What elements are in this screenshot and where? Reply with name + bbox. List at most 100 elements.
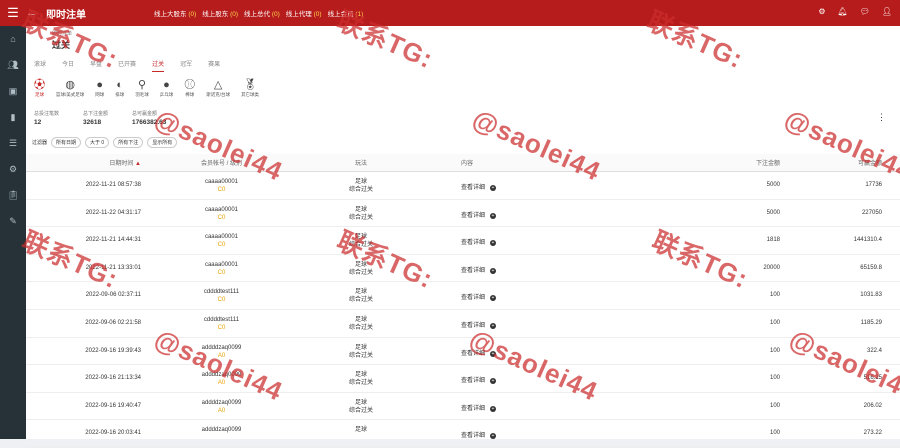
view-details-link[interactable]: 查看详细 +: [461, 403, 497, 412]
menu-icon[interactable]: ☰: [0, 5, 26, 21]
tab-results[interactable]: 赛果: [208, 59, 220, 72]
stat-total-winnable: 总可赢金额 1766382.63: [132, 111, 167, 126]
view-details-link[interactable]: 查看详细 +: [461, 348, 497, 357]
user-icon[interactable]: 👤︎: [882, 7, 892, 16]
play-type: 足球: [354, 427, 367, 434]
view-details-link[interactable]: 查看详细 +: [461, 292, 497, 302]
back-arrow-icon[interactable]: ←: [26, 7, 40, 19]
winnable-amount: 322.4: [866, 347, 882, 354]
member-account: caaaa00001 C0: [204, 261, 239, 276]
view-details-link[interactable]: 查看详细 +: [461, 320, 497, 329]
member-level: A0: [217, 352, 226, 359]
view-details-link[interactable]: 查看详细 +: [461, 375, 497, 385]
filter-chip-amount[interactable]: 大于 0: [85, 137, 110, 148]
soccer-ball-icon: ⚽︎: [34, 79, 45, 91]
filter-label: 过滤器: [32, 140, 48, 146]
tab-parlay[interactable]: 过关: [152, 59, 165, 72]
sport-basketball[interactable]: ◍ 篮球/美式足球: [56, 78, 84, 98]
winnable-amount: 17736: [865, 182, 882, 188]
play-type: 足球 综合过关: [348, 372, 373, 387]
online-counter[interactable]: 线上大股东 (0): [154, 8, 196, 18]
col-date-header[interactable]: 日期时间 ▲: [61, 158, 141, 167]
filter-chip-display[interactable]: 显示所有: [147, 137, 178, 148]
expand-plus-icon[interactable]: +: [490, 378, 497, 385]
tab-started[interactable]: 已开赛: [118, 59, 136, 72]
winnable-amount: 1441310.4: [853, 237, 882, 244]
play-type: 足球 综合过关: [348, 399, 373, 414]
gear-icon[interactable]: ⚙: [0, 156, 26, 182]
expand-plus-icon[interactable]: +: [490, 322, 497, 329]
sport-table-tennis[interactable]: ● 乒乓球: [160, 78, 174, 98]
member-account: cddddtest111 C0: [203, 289, 240, 304]
play-type: 足球 综合过关: [348, 344, 373, 359]
users-icon[interactable]: 👥︎: [0, 52, 26, 78]
play-type: 足球 综合过关: [348, 261, 373, 276]
sport-volleyball[interactable]: ◐ 排球: [115, 78, 124, 98]
bar-chart-icon[interactable]: ▮: [0, 104, 26, 130]
view-details-link[interactable]: 查看详细 +: [461, 210, 497, 219]
medal-icon: 🏅︎: [243, 79, 257, 91]
bet-amount: 5000: [766, 209, 780, 216]
expand-plus-icon[interactable]: +: [490, 240, 497, 247]
member-account: cddddtest111 C0: [203, 316, 240, 331]
expand-plus-icon[interactable]: +: [490, 212, 497, 219]
winnable-amount: 1031.83: [860, 292, 882, 299]
online-counter[interactable]: 线上代理 (0): [286, 8, 322, 18]
expand-plus-icon[interactable]: +: [490, 185, 497, 191]
tab-live[interactable]: 滚球: [34, 59, 46, 72]
member-level: C0: [217, 297, 226, 304]
view-details-link[interactable]: 查看详细 +: [461, 265, 497, 274]
notification-bell-icon[interactable]: 🔔︎: [838, 7, 848, 16]
play-type: 足球 综合过关: [348, 289, 373, 304]
bet-amount: 100: [769, 319, 780, 326]
sort-up-icon: ▲: [135, 161, 141, 167]
table-row: 2022-09-16 19:40:47 addddzaq0099 A0 足球 综合过关 查…: [26, 393, 900, 421]
breadcrumb[interactable]: 即时注单: [52, 30, 72, 37]
expand-plus-icon[interactable]: +: [490, 295, 497, 302]
tab-today[interactable]: 今日: [62, 59, 74, 72]
bet-amount: 100: [769, 292, 780, 299]
stat-total-amount: 总下注金额 32618: [83, 111, 109, 126]
sport-tennis[interactable]: ● 网球: [95, 78, 104, 98]
expand-plus-icon[interactable]: +: [490, 350, 497, 357]
clipboard-icon[interactable]: 📋︎: [0, 182, 26, 208]
wallet-icon[interactable]: ▣: [0, 78, 26, 104]
member-account: caaaa00001 C0: [204, 234, 239, 249]
member-level: A0: [217, 407, 226, 414]
bet-amount: 20000: [763, 264, 780, 271]
expand-plus-icon[interactable]: +: [490, 405, 497, 412]
winnable-amount: 65159.8: [860, 264, 882, 271]
filter-chip-bet-type[interactable]: 所有下注: [113, 137, 144, 148]
col-play-header: 玩法: [354, 161, 367, 167]
member-level: C0: [217, 187, 226, 193]
table-row: 2022-09-16 19:39:43 addddzaq0099 A0 足球 综合过关 查…: [26, 338, 900, 366]
online-counter[interactable]: 线上会员 (1): [328, 8, 364, 18]
settings-icon[interactable]: ⚙: [818, 7, 825, 16]
view-details-link[interactable]: 查看详细 +: [461, 237, 497, 247]
more-options-icon[interactable]: ⋮: [877, 112, 886, 123]
bet-datetime: 2022-11-22 04:31:17: [85, 209, 141, 216]
expand-plus-icon[interactable]: +: [490, 267, 497, 274]
home-icon[interactable]: ⌂: [0, 26, 26, 52]
sport-baseball[interactable]: ⚾︎ 棒球: [184, 78, 195, 98]
list-icon[interactable]: ☰: [0, 130, 26, 156]
online-counter[interactable]: 线上股东 (0): [202, 8, 238, 18]
sport-snooker[interactable]: △ 斯诺克/台球: [206, 78, 230, 98]
online-counter[interactable]: 线上总代 (0): [244, 8, 280, 18]
view-details-link[interactable]: 查看详细 +: [461, 430, 497, 440]
winnable-amount: 227050: [861, 209, 882, 216]
sport-football[interactable]: ⚽︎ 足球: [34, 78, 45, 98]
view-details-link[interactable]: 查看详细 +: [461, 182, 497, 191]
app-title: 即时注单: [46, 9, 86, 21]
sport-badminton[interactable]: ⚲ 羽毛球: [135, 78, 149, 98]
table-row: 2022-09-16 21:13:34 addddzaq0099 A0 足球 综合过关 查…: [26, 365, 900, 393]
bet-datetime: 2022-11-21 08:57:38: [85, 182, 141, 188]
chat-icon[interactable]: 💬︎: [860, 7, 870, 16]
expand-plus-icon[interactable]: +: [490, 433, 497, 440]
tab-early[interactable]: 早盘: [90, 59, 102, 72]
sport-other[interactable]: 🏅︎ 其它球类: [241, 78, 259, 98]
tab-outright[interactable]: 冠军: [180, 59, 192, 72]
filter-chip-date[interactable]: 所有日期: [51, 137, 82, 148]
document-edit-icon[interactable]: ✎: [0, 208, 26, 234]
bet-datetime: 2022-09-16 21:13:34: [85, 375, 141, 382]
